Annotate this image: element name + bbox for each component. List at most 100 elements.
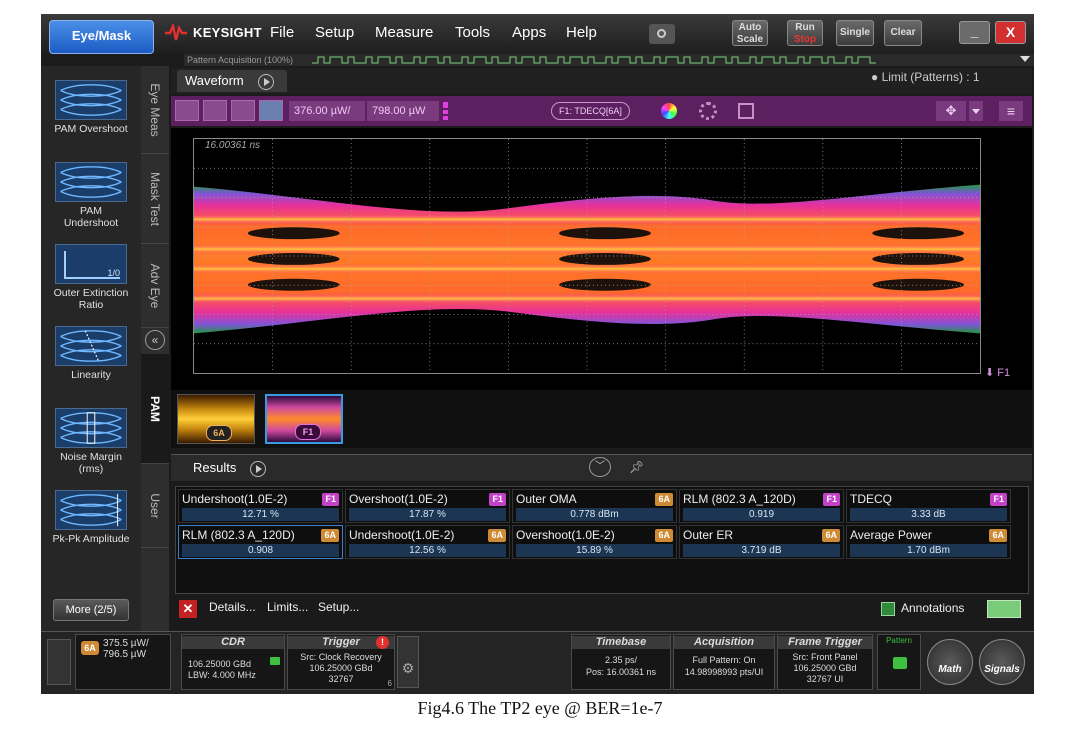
menu-setup[interactable]: Setup — [315, 24, 354, 41]
result-cell[interactable]: Undershoot(1.0E-2) 6A 12.56 % — [345, 525, 510, 559]
waveform-thumbnails: 6A F1 — [171, 390, 1032, 448]
trigger-corner-index: 6 — [387, 679, 392, 688]
outer-extinction-ratio-item[interactable]: 1/0 Outer Extinction Ratio — [41, 244, 141, 311]
pattern-lock-panel[interactable]: Pattern — [877, 634, 921, 690]
results-play-icon[interactable] — [250, 460, 267, 477]
clear-button[interactable]: Clear — [884, 20, 922, 46]
single-button[interactable]: Single — [836, 20, 874, 46]
close-button[interactable]: X — [995, 21, 1026, 44]
results-table: Undershoot(1.0E-2) F1 12.71 % Overshoot(… — [175, 486, 1029, 594]
linearity-item[interactable]: Linearity — [41, 326, 141, 381]
menu-file[interactable]: File — [270, 24, 294, 41]
vertical-offset-field[interactable]: 798.00 µW — [367, 101, 439, 121]
eye-diagram-icon — [55, 162, 127, 202]
menu-apps[interactable]: Apps — [512, 24, 546, 41]
more-options-icon[interactable] — [443, 102, 448, 120]
gear-icon[interactable] — [699, 102, 717, 120]
brand-name: KEYSIGHT — [193, 25, 262, 40]
move-icon[interactable]: ✥ — [936, 101, 966, 121]
layout-tabbed-icon[interactable] — [259, 100, 283, 121]
thumbnail-f1[interactable]: F1 — [265, 394, 343, 444]
signals-button[interactable]: Signals — [979, 639, 1025, 685]
auto-scale-button[interactable]: Auto Scale — [732, 20, 768, 46]
channel-6a-panel[interactable]: 6A 375.5 µW/ 796.5 µW — [75, 634, 171, 690]
frame-trigger-panel[interactable]: Frame Trigger Src: Front Panel 106.25000… — [777, 634, 873, 690]
result-cell[interactable]: Outer ER 6A 3.719 dB — [679, 525, 844, 559]
source-badge: 6A — [822, 529, 840, 542]
tab-mask-test[interactable]: Mask Test — [141, 154, 169, 244]
result-cell[interactable]: TDECQ F1 3.33 dB — [846, 489, 1011, 523]
annotation-color-button[interactable] — [987, 600, 1021, 618]
tab-waveform[interactable]: Waveform — [177, 70, 287, 92]
menu-help[interactable]: Help — [566, 24, 597, 41]
signals-label: Signals — [984, 664, 1020, 675]
setup-button[interactable]: Setup... — [318, 600, 359, 614]
annotations-checkbox[interactable]: Annotations — [881, 601, 964, 616]
menu-tools[interactable]: Tools — [455, 24, 490, 41]
layout-quad-icon[interactable] — [203, 100, 227, 121]
menu-measure[interactable]: Measure — [375, 24, 433, 41]
pk-pk-amplitude-item[interactable]: Pk-Pk Amplitude — [41, 490, 141, 545]
result-cell[interactable]: Outer OMA 6A 0.778 dBm — [512, 489, 677, 523]
minimize-button[interactable]: _ — [959, 21, 990, 44]
noise-margin-item[interactable]: Noise Margin (rms) — [41, 408, 141, 475]
layout-single-icon[interactable] — [175, 100, 199, 121]
tab-user[interactable]: User — [141, 464, 169, 548]
acquisition-panel[interactable]: Acquisition Full Pattern: On 14.98998993… — [673, 634, 775, 690]
keysight-logo-icon — [165, 24, 187, 41]
math-button[interactable]: Math — [927, 639, 973, 685]
result-name: Overshoot(1.0E-2) — [516, 528, 615, 542]
gear-icon[interactable]: ⚙ — [397, 636, 419, 688]
vertical-scale-field[interactable]: 376.00 µW/ — [289, 101, 365, 121]
result-cell[interactable]: Undershoot(1.0E-2) F1 12.71 % — [178, 489, 343, 523]
results-title-label: Results — [193, 460, 237, 475]
trigger-panel[interactable]: Trigger ! Src: Clock Recovery 106.25000 … — [287, 634, 395, 690]
hamburger-menu-icon[interactable]: ≡ — [999, 101, 1023, 121]
more-button[interactable]: More (2/5) — [53, 599, 129, 621]
channel-scroll-icon[interactable] — [47, 639, 71, 685]
result-cell[interactable]: Average Power 6A 1.70 dBm — [846, 525, 1011, 559]
tab-pam[interactable]: PAM — [141, 354, 169, 464]
eye-diagram-graticule — [193, 138, 981, 374]
timebase-panel[interactable]: Timebase 2.35 ps/ Pos: 16.00361 ns — [571, 634, 671, 690]
save-icon[interactable] — [738, 103, 754, 119]
camera-icon[interactable] — [649, 24, 675, 44]
source-badge: 6A — [321, 529, 339, 542]
timebase-scale: 2.35 ps/ — [604, 655, 638, 665]
result-cell[interactable]: RLM (802.3 A_120D) F1 0.919 — [679, 489, 844, 523]
f1-function-chip[interactable]: F1: TDECQ[6A] — [551, 102, 630, 120]
thumbnail-6a[interactable]: 6A — [177, 394, 255, 444]
strip-dropdown-icon[interactable] — [1020, 56, 1030, 62]
pin-icon[interactable]: 📌︎ — [629, 460, 644, 474]
cdr-panel[interactable]: CDR 106.25000 GBd LBW: 4.000 MHz — [181, 634, 285, 690]
expand-results-icon[interactable]: ﹀ — [589, 457, 611, 477]
vertical-tab-strip: Eye Meas Mask Test Adv Eye « PAM User — [141, 66, 169, 631]
source-badge: F1 — [489, 493, 506, 506]
run-stop-button[interactable]: Run Stop — [787, 20, 823, 46]
pattern-acquisition-strip: Pattern Acquisition (100%) — [184, 54, 1034, 66]
noise-margin-icon — [55, 408, 127, 448]
pam-overshoot-item[interactable]: PAM Overshoot — [41, 80, 141, 135]
limits-button[interactable]: Limits... — [267, 600, 308, 614]
color-wheel-icon[interactable] — [661, 103, 677, 119]
result-cell-selected[interactable]: RLM (802.3 A_120D) 6A 0.908 — [178, 525, 343, 559]
result-cell[interactable]: Overshoot(1.0E-2) F1 17.87 % — [345, 489, 510, 523]
tab-adv-eye[interactable]: Adv Eye — [141, 244, 169, 328]
collapse-panel-button[interactable]: « — [145, 330, 165, 350]
delete-results-button[interactable]: ✕ — [179, 600, 197, 618]
limit-patterns-status: ● Limit (Patterns) : 1 — [871, 70, 980, 84]
tab-eye-meas[interactable]: Eye Meas — [141, 66, 169, 154]
horizontal-position-label: 16.00361 ns — [205, 140, 261, 151]
layout-stacked-icon[interactable] — [231, 100, 255, 121]
play-icon[interactable] — [257, 73, 274, 90]
result-cell[interactable]: Overshoot(1.0E-2) 6A 15.89 % — [512, 525, 677, 559]
result-name: RLM (802.3 A_120D) — [182, 528, 295, 542]
move-dropdown-icon[interactable] — [969, 101, 983, 121]
eye-mask-mode-button[interactable]: Eye/Mask — [49, 20, 154, 54]
pam-undershoot-item[interactable]: PAM Undershoot — [41, 162, 141, 229]
acquisition-title: Acquisition — [674, 636, 774, 649]
result-value: 17.87 % — [349, 508, 506, 521]
details-button[interactable]: Details... — [209, 600, 256, 614]
tab-mask-test-label: Mask Test — [148, 171, 162, 226]
acquisition-pattern: Full Pattern: On — [692, 655, 756, 665]
